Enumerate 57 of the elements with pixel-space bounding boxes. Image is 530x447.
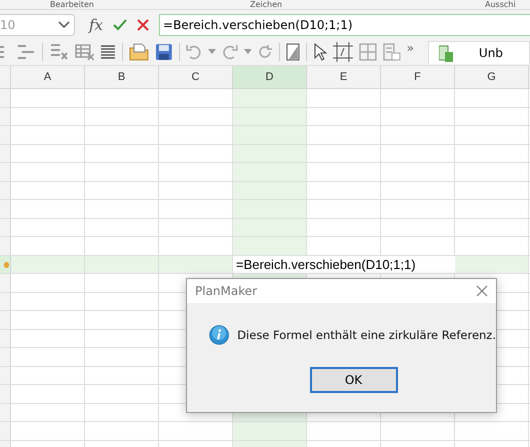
row-header[interactable] xyxy=(0,311,11,328)
pointer-icon[interactable] xyxy=(313,43,328,61)
align-justify-icon[interactable] xyxy=(100,44,116,60)
row-header[interactable] xyxy=(0,218,11,236)
row-header[interactable] xyxy=(0,348,11,366)
formula-field[interactable]: =Bereich.verschieben(D10;1;1) xyxy=(159,14,530,36)
row-header[interactable] xyxy=(0,274,11,292)
row-header[interactable] xyxy=(0,126,11,144)
row-header[interactable] xyxy=(0,108,11,125)
dialog-message: Diese Formel enthält eine zirkuläre Referenz. xyxy=(237,328,496,342)
overflow-button[interactable]: » xyxy=(406,41,414,55)
undo-icon[interactable] xyxy=(186,44,202,60)
column-header[interactable]: B xyxy=(85,66,159,88)
row-header[interactable] xyxy=(0,422,11,440)
column-header[interactable]: E xyxy=(307,66,381,88)
document-tab[interactable]: Unb xyxy=(428,40,530,64)
outdent-icon[interactable] xyxy=(16,43,36,61)
row-header[interactable] xyxy=(0,182,11,199)
caret-icon[interactable] xyxy=(208,49,216,55)
row-header[interactable] xyxy=(0,292,11,310)
document-icon[interactable] xyxy=(382,43,401,61)
row-header[interactable] xyxy=(0,237,11,254)
row-header[interactable] xyxy=(0,404,11,421)
page-icon[interactable] xyxy=(286,43,300,61)
column-header[interactable]: D xyxy=(233,66,307,88)
column-header[interactable]: A xyxy=(11,66,85,88)
check-icon[interactable] xyxy=(113,18,128,30)
frame-icon[interactable] xyxy=(333,42,353,62)
folder-icon[interactable] xyxy=(129,43,150,61)
chevron-icon xyxy=(58,20,70,28)
row-header[interactable] xyxy=(0,144,11,162)
row-header[interactable] xyxy=(0,256,11,273)
save-icon[interactable] xyxy=(155,43,173,61)
grid-icon[interactable] xyxy=(358,43,377,61)
row-header[interactable] xyxy=(0,366,11,384)
row-header[interactable] xyxy=(0,385,11,402)
ok-button[interactable]: OK xyxy=(310,367,398,393)
caret-icon[interactable] xyxy=(244,49,252,55)
delete-rows-icon[interactable] xyxy=(48,43,69,61)
spreadsheet-icon xyxy=(438,44,453,62)
dialog-title: PlanMaker xyxy=(195,284,258,298)
redo-icon[interactable] xyxy=(222,44,238,60)
close-icon[interactable] xyxy=(137,18,150,30)
ribbon-group-label: Zeichen xyxy=(250,0,282,9)
delete-table-icon[interactable] xyxy=(74,43,94,61)
ribbon-group-label: Bearbeiten xyxy=(50,0,94,9)
function-button[interactable]: fx xyxy=(89,16,104,34)
column-header[interactable]: G xyxy=(455,66,529,88)
row-header[interactable] xyxy=(0,89,11,106)
row-header[interactable] xyxy=(0,330,11,347)
repeat-icon[interactable] xyxy=(257,44,274,60)
row-header[interactable] xyxy=(0,163,11,180)
column-header[interactable]: F xyxy=(381,66,455,88)
row-header[interactable] xyxy=(0,200,11,218)
cell-text: =Bereich.verschieben(D10;1;1) xyxy=(236,256,416,272)
close-icon[interactable] xyxy=(476,285,488,297)
ribbon-group-label: Ausschi xyxy=(485,0,516,9)
